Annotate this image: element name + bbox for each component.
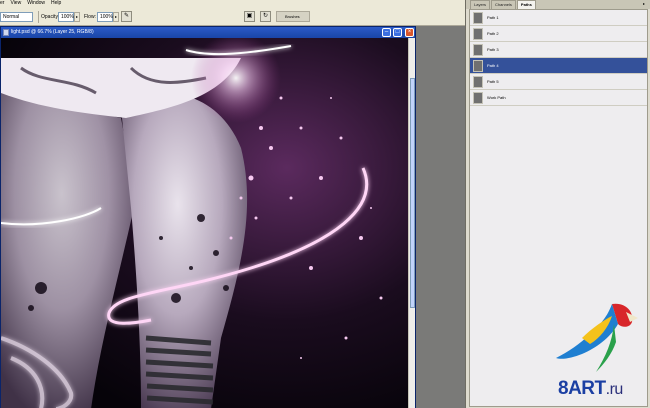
path-row-selected[interactable]: Path 4 <box>470 58 647 74</box>
left-thigh-shape <box>1 78 136 408</box>
path-name: Path 5 <box>487 79 499 84</box>
palette-menu-icon[interactable]: ▸ <box>641 1 647 7</box>
menu-edit[interactable]: er <box>0 0 4 7</box>
options-divider <box>38 11 39 23</box>
tab-paths[interactable]: Paths <box>516 0 536 9</box>
menu-bar: er View Window Help <box>0 0 465 7</box>
document-canvas[interactable] <box>1 38 409 408</box>
workspace-background <box>416 26 465 408</box>
opacity-field[interactable]: 100% <box>58 12 74 22</box>
sparkle-particles <box>229 96 383 359</box>
document-title: light.psd @ 66.7% (Layer 25, RGB/8) <box>11 29 94 35</box>
path-thumbnail <box>473 11 483 24</box>
path-row[interactable]: Path 2 <box>470 26 647 42</box>
path-thumbnail <box>473 75 483 88</box>
blend-mode-select[interactable]: Normal <box>0 12 33 22</box>
artwork-image <box>1 38 383 408</box>
opacity-dropdown-arrow[interactable]: ▸ <box>74 12 80 22</box>
path-name: Path 1 <box>487 15 499 20</box>
tool-options-bar: Normal Opacity: 100% ▸ Flow: 100% ▸ ✎ ▣ … <box>0 7 465 26</box>
vertical-scrollbar[interactable] <box>408 38 415 408</box>
parrot-logo-icon <box>556 303 638 372</box>
path-name: Path 2 <box>487 31 499 36</box>
watermark-domain: .ru <box>605 381 624 398</box>
flow-field[interactable]: 100% <box>97 12 113 22</box>
document-titlebar[interactable]: light.psd @ 66.7% (Layer 25, RGB/8) – □ … <box>1 27 415 38</box>
path-thumbnail <box>473 91 483 104</box>
path-row[interactable]: Path 5 <box>470 74 647 90</box>
airbrush-icon[interactable]: ✎ <box>121 11 132 22</box>
menu-help[interactable]: Help <box>51 0 61 7</box>
opacity-label: Opacity: <box>41 14 60 20</box>
watermark-text: 8ART.ru <box>558 378 623 400</box>
tool-preset-icon[interactable]: ↻ <box>260 11 271 22</box>
path-name: Work Path <box>487 95 506 100</box>
menu-view[interactable]: View <box>10 0 21 7</box>
path-name: Path 3 <box>487 47 499 52</box>
palette-well-icon[interactable]: ▣ <box>244 11 255 22</box>
path-thumbnail <box>473 43 483 56</box>
path-thumbnail <box>473 27 483 40</box>
tab-channels[interactable]: Channels <box>491 0 516 9</box>
scrollbar-thumb[interactable] <box>410 78 415 308</box>
palette-tabs: Layers Channels Paths <box>466 0 650 9</box>
close-button[interactable]: × <box>405 28 414 37</box>
watermark-brand: 8ART <box>558 378 606 399</box>
document-icon <box>3 29 9 36</box>
minimize-button[interactable]: – <box>382 28 391 37</box>
path-row[interactable]: Path 1 <box>470 10 647 26</box>
maximize-button[interactable]: □ <box>393 28 402 37</box>
path-row[interactable]: Work Path <box>470 90 647 106</box>
document-window: light.psd @ 66.7% (Layer 25, RGB/8) – □ … <box>0 26 416 408</box>
brushes-palette-tab[interactable]: Brushes <box>276 11 310 22</box>
path-name: Path 4 <box>487 63 499 68</box>
path-thumbnail <box>473 59 483 72</box>
flow-dropdown-arrow[interactable]: ▸ <box>113 12 119 22</box>
path-row[interactable]: Path 3 <box>470 42 647 58</box>
menu-window[interactable]: Window <box>27 0 45 7</box>
tab-layers[interactable]: Layers <box>470 0 491 9</box>
flow-label: Flow: <box>84 14 96 20</box>
right-leg-shape <box>121 93 248 408</box>
